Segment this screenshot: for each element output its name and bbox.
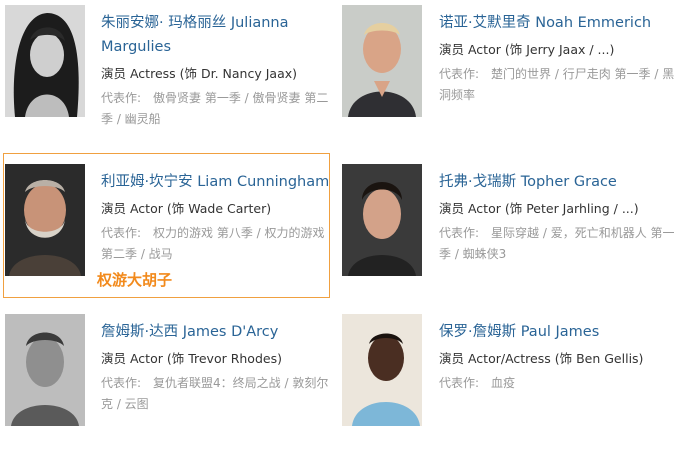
representative-works: 代表作: 星际穿越 / 爱，死亡和机器人 第一季 / 蜘蛛侠3 <box>439 223 679 265</box>
actor-name-link[interactable]: 诺亚·艾默里奇 Noah Emmerich <box>439 11 679 35</box>
actor-role: 演员 Actor (饰 Jerry Jaax / ...) <box>439 42 615 57</box>
actor-name-link[interactable]: 托弗·戈瑞斯 Topher Grace <box>439 170 679 194</box>
actor-role: 演员 Actor/Actress (饰 Ben Gellis) <box>439 351 644 366</box>
actor-role: 演员 Actress (饰 Dr. Nancy Jaax) <box>101 66 298 81</box>
representative-works: 代表作: 傲骨贤妻 第一季 / 傲骨贤妻 第二季 / 幽灵船 <box>101 88 333 130</box>
actor-photo[interactable] <box>5 5 85 117</box>
actor-role: 演员 Actor (饰 Peter Jarhling / ...) <box>439 201 639 216</box>
actor-name-link[interactable]: 朱丽安娜· 玛格丽丝 Julianna Margulies <box>101 11 333 59</box>
works-label: 代表作: <box>439 67 480 81</box>
works-list[interactable]: 血疫 <box>491 376 515 390</box>
actor-name-link[interactable]: 詹姆斯·达西 James D'Arcy <box>101 320 333 344</box>
works-label: 代表作: <box>101 376 142 390</box>
actor-name-link[interactable]: 利亚姆·坎宁安 Liam Cunningham <box>101 170 333 194</box>
representative-works: 代表作: 血疫 <box>439 373 679 394</box>
representative-works: 代表作: 权力的游戏 第八季 / 权力的游戏 第二季 / 战马 <box>101 223 333 265</box>
actor-name-link[interactable]: 保罗·詹姆斯 Paul James <box>439 320 679 344</box>
works-label: 代表作: <box>101 226 142 240</box>
actor-photo[interactable] <box>342 314 422 426</box>
representative-works: 代表作: 楚门的世界 / 行尸走肉 第一季 / 黑洞频率 <box>439 64 679 106</box>
actor-photo[interactable] <box>342 164 422 276</box>
actor-photo[interactable] <box>5 164 85 276</box>
works-label: 代表作: <box>439 376 480 390</box>
actor-photo[interactable] <box>5 314 85 426</box>
actor-role: 演员 Actor (饰 Trevor Rhodes) <box>101 351 282 366</box>
actor-role: 演员 Actor (饰 Wade Carter) <box>101 201 272 216</box>
works-label: 代表作: <box>439 226 480 240</box>
representative-works: 代表作: 复仇者联盟4：终局之战 / 敦刻尔克 / 云图 <box>101 373 333 415</box>
annotation-label: 权游大胡子 <box>97 271 173 289</box>
works-label: 代表作: <box>101 91 142 105</box>
actor-photo[interactable] <box>342 5 422 117</box>
